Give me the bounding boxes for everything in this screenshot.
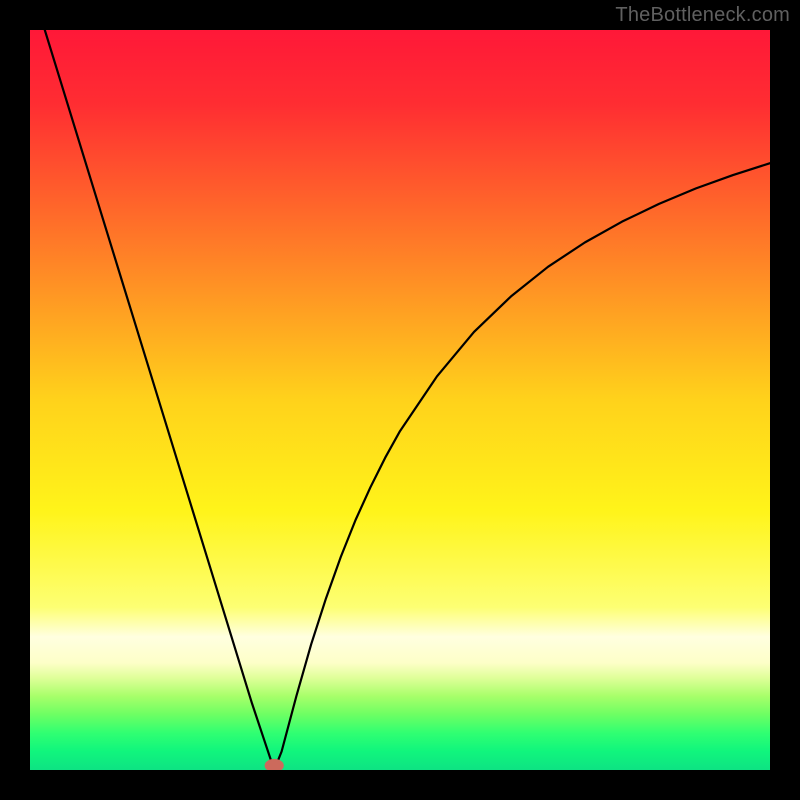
plot-background — [30, 30, 770, 770]
watermark-text: TheBottleneck.com — [615, 4, 790, 27]
chart-container: TheBottleneck.com — [0, 0, 800, 800]
bottleneck-chart — [30, 30, 770, 770]
